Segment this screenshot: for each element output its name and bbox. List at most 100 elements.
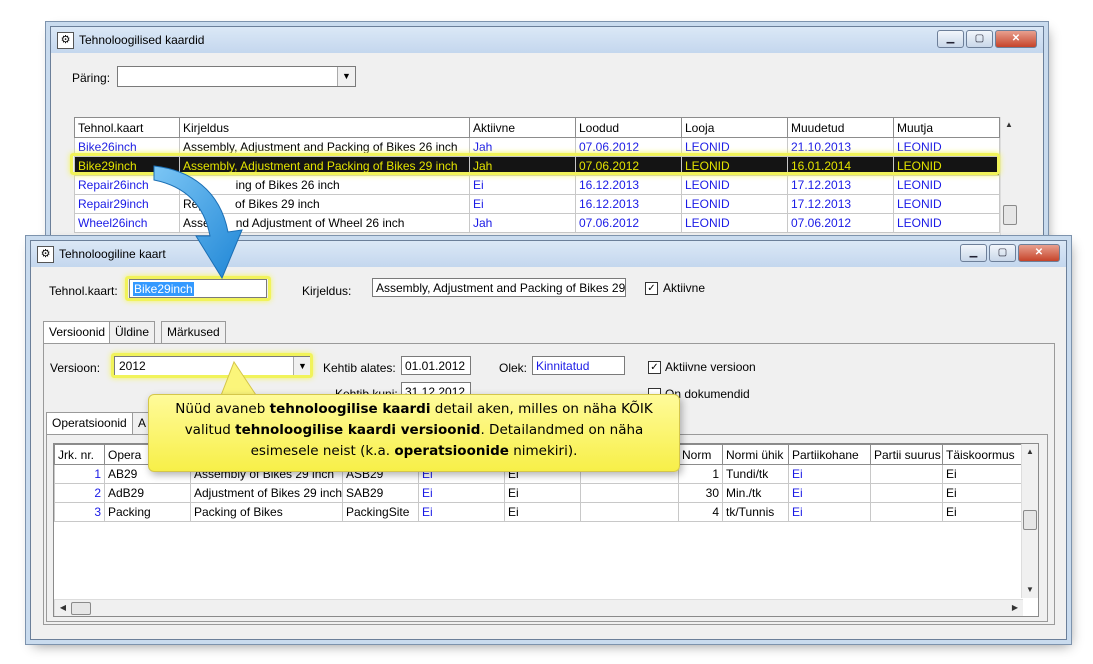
scroll-up-icon[interactable]: ▲: [1001, 117, 1017, 133]
col-header[interactable]: Looja: [681, 117, 788, 138]
scroll-right-icon[interactable]: ▶: [1007, 600, 1023, 616]
table-cell: [580, 502, 679, 522]
col-header[interactable]: Jrk. nr.: [54, 444, 105, 465]
col-header[interactable]: Norm: [678, 444, 723, 465]
table-cell: Ei: [788, 502, 871, 522]
scroll-thumb[interactable]: [1003, 205, 1017, 225]
callout-text: esimesele neist (k.a.: [250, 443, 395, 459]
card-label: Tehnol.kaart:: [49, 284, 118, 298]
callout-text: Nüüd avaneb: [175, 401, 270, 417]
table-cell: 2: [54, 483, 105, 503]
maximize-icon[interactable]: ▢: [966, 30, 993, 48]
close-icon[interactable]: ✕: [1018, 244, 1060, 262]
callout-bold: tehnoloogilise kaardi versioonid: [235, 422, 481, 438]
callout-text: detail aken, milles on näha KÕIK: [430, 401, 653, 417]
active-version-checkbox[interactable]: ✓: [648, 361, 661, 374]
scroll-thumb[interactable]: [71, 602, 91, 615]
table-cell: 4: [678, 502, 723, 522]
table-cell: Ei: [788, 464, 871, 484]
col-header[interactable]: Partii suurus: [870, 444, 943, 465]
minimize-icon[interactable]: ▁: [960, 244, 987, 262]
col-header[interactable]: Muudetud: [787, 117, 894, 138]
col-header[interactable]: Kirjeldus: [179, 117, 470, 138]
scroll-left-icon[interactable]: ◀: [55, 600, 71, 616]
table-cell: Ei: [469, 194, 576, 214]
table-cell: 1: [54, 464, 105, 484]
table-cell: Ei: [469, 175, 576, 195]
active-label: Aktiivne: [663, 281, 706, 295]
back-vertical-scrollbar[interactable]: ▲: [1000, 117, 1018, 235]
back-window-title: Tehnoloogilised kaardid: [79, 33, 205, 47]
table-cell: PackingSite: [342, 502, 419, 522]
callout-line-3: esimesele neist (k.a. operatsioonide nim…: [149, 441, 679, 462]
table-cell: Ei: [418, 483, 505, 503]
scroll-up-icon[interactable]: ▲: [1022, 444, 1038, 460]
table-row[interactable]: 3 Packing Packing of Bikes PackingSite E…: [54, 502, 1023, 522]
tab-general[interactable]: Üldine: [109, 321, 156, 343]
scroll-thumb[interactable]: [1023, 510, 1037, 530]
main-tabs: Versioonid Üldine Märkused: [43, 321, 1053, 344]
callout-note: Nüüd avaneb tehnoloogilise kaardi detail…: [148, 394, 680, 472]
table-cell: Ei: [788, 483, 871, 503]
table-cell: tk/Tunnis: [722, 502, 789, 522]
col-header[interactable]: Partiikohane: [788, 444, 871, 465]
dropdown-arrow-icon[interactable]: ▼: [337, 67, 355, 86]
valid-from-label: Kehtib alates:: [323, 361, 396, 375]
table-cell: 07.06.2012: [787, 213, 894, 233]
table-cell: Ei: [504, 502, 581, 522]
table-cell: Ei: [504, 483, 581, 503]
col-header[interactable]: Tehnol.kaart: [74, 117, 180, 138]
app-icon: ⚙: [37, 246, 54, 263]
table-cell: Ei: [942, 483, 1023, 503]
table-cell: LEONID: [681, 175, 788, 195]
callout-text: nimekiri).: [508, 443, 578, 459]
valid-from-field[interactable]: 01.01.2012: [401, 356, 471, 375]
back-window-titlebar[interactable]: ⚙ Tehnoloogilised kaardid ▁ ▢ ✕: [51, 27, 1043, 53]
table-cell: SAB29: [342, 483, 419, 503]
table-cell: Jah: [469, 213, 576, 233]
versions-panel: Versioon: 2012 ▼ Kehtib alates: 01.01.20…: [43, 343, 1055, 625]
table-cell: Min./tk: [722, 483, 789, 503]
table-cell: 1: [678, 464, 723, 484]
table-cell: Ei: [942, 464, 1023, 484]
table-cell: LEONID: [681, 213, 788, 233]
callout-line-1: Nüüd avaneb tehnoloogilise kaardi detail…: [149, 399, 679, 420]
table-row[interactable]: 2 AdB29 Adjustment of Bikes 29 inch SAB2…: [54, 483, 1023, 503]
table-cell: [870, 502, 943, 522]
ops-horizontal-scrollbar[interactable]: ◀ ▶: [54, 599, 1023, 616]
col-header[interactable]: Normi ühik: [722, 444, 789, 465]
tab-operations[interactable]: Operatsioonid: [46, 412, 133, 435]
table-cell: Tundi/tk: [722, 464, 789, 484]
table-cell: 30: [678, 483, 723, 503]
col-header[interactable]: Aktiivne: [469, 117, 576, 138]
ops-vertical-scrollbar[interactable]: ▲ ▼: [1021, 444, 1038, 598]
active-checkbox[interactable]: ✓: [645, 282, 658, 295]
desc-field[interactable]: Assembly, Adjustment and Packing of Bike…: [372, 278, 626, 297]
checkmark-icon: ✓: [647, 283, 656, 294]
col-header[interactable]: Täiskoormus: [942, 444, 1023, 465]
tab-remarks[interactable]: Märkused: [161, 321, 226, 343]
callout-bold: operatsioonide: [394, 443, 509, 459]
col-header[interactable]: Muutja: [893, 117, 1000, 138]
table-cell: Packing of Bikes: [190, 502, 343, 522]
callout-bold: tehnoloogilise kaardi: [269, 401, 431, 417]
col-header[interactable]: Loodud: [575, 117, 682, 138]
table-cell: [870, 483, 943, 503]
scroll-down-icon[interactable]: ▼: [1022, 582, 1038, 598]
callout-text: valitud: [184, 422, 236, 438]
minimize-icon[interactable]: ▁: [937, 30, 964, 48]
table-cell: LEONID: [893, 213, 1000, 233]
state-label: Olek:: [499, 361, 528, 375]
tab-versions[interactable]: Versioonid: [43, 321, 112, 344]
table-cell: Packing: [104, 502, 191, 522]
state-field[interactable]: Kinnitatud: [532, 356, 625, 375]
close-icon[interactable]: ✕: [995, 30, 1037, 48]
table-cell: LEONID: [893, 194, 1000, 214]
query-label: Päring:: [72, 71, 111, 85]
table-cell: Ei: [418, 502, 505, 522]
table-cell: 07.06.2012: [575, 213, 682, 233]
query-combo[interactable]: ▼: [117, 66, 356, 87]
table-cell: [580, 483, 679, 503]
desc-label: Kirjeldus:: [302, 284, 352, 298]
maximize-icon[interactable]: ▢: [989, 244, 1016, 262]
